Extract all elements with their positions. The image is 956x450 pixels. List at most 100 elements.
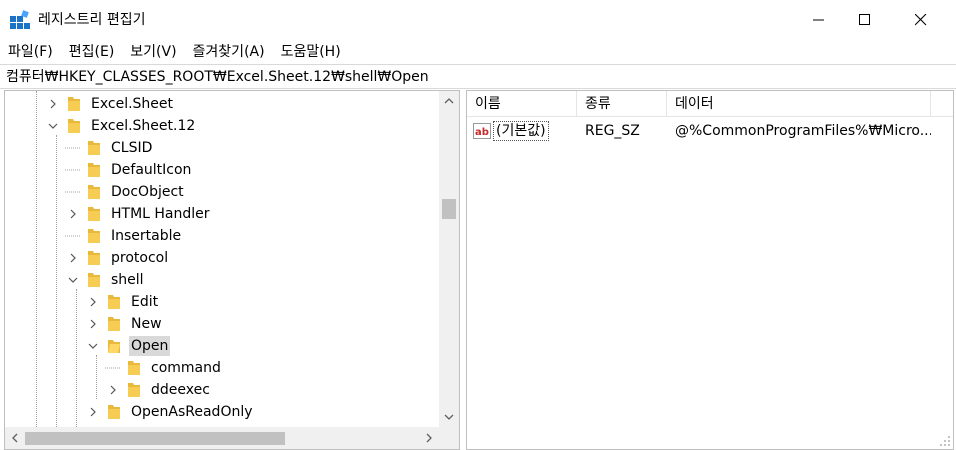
chevron-right-icon[interactable] [105, 379, 121, 401]
registry-editor-icon [10, 10, 30, 29]
horizontal-scroll-thumb[interactable] [25, 432, 285, 445]
tree-item-label[interactable]: DefaultIcon [109, 160, 193, 180]
chevron-down-icon [444, 414, 454, 420]
menu-bar: 파일(F) 편집(E) 보기(V) 즐겨찾기(A) 도움말(H) [0, 40, 956, 64]
chevron-right-icon[interactable] [85, 313, 101, 335]
tree-horizontal-scrollbar[interactable] [5, 427, 439, 449]
tree-item[interactable]: DefaultIcon [65, 159, 193, 181]
folder-icon [68, 97, 80, 111]
folder-icon [88, 273, 100, 287]
folder-icon [68, 119, 80, 133]
chevron-left-icon [12, 433, 18, 443]
tree-item[interactable]: Open [85, 335, 171, 357]
value-type: REG_SZ [585, 123, 640, 139]
list-header: 이름 종류 데이터 [467, 91, 953, 117]
tree-item[interactable]: OpenAsReadOnly [85, 401, 255, 423]
tree-item[interactable]: HTML Handler [65, 203, 212, 225]
tree-item-label[interactable]: HTML Handler [109, 204, 212, 224]
column-header-data[interactable]: 데이터 [667, 91, 931, 117]
tree-item[interactable]: CLSID [65, 137, 154, 159]
minimize-icon [813, 19, 824, 21]
close-icon [915, 14, 927, 26]
tree-connector [105, 357, 121, 379]
menu-view[interactable]: 보기(V) [122, 41, 184, 63]
folder-icon [88, 163, 100, 177]
value-name[interactable]: (기본값) [493, 121, 549, 141]
tree-item-label[interactable]: New [129, 314, 164, 334]
chevron-right-icon[interactable] [65, 203, 81, 225]
scroll-left-arrow[interactable] [5, 427, 25, 449]
tree-item[interactable]: Edit [85, 291, 160, 313]
tree-item-label[interactable]: Excel.Sheet [89, 94, 175, 114]
folder-icon [88, 229, 100, 243]
tree-item-label[interactable]: CLSID [109, 138, 154, 158]
tree-item[interactable]: ddeexec [105, 379, 212, 401]
chevron-down-icon[interactable] [65, 269, 81, 291]
minimize-button[interactable] [796, 0, 842, 40]
key-tree-pane: Excel.Sheet Excel.Sheet.12 CLSID DefaultIco… [4, 90, 460, 450]
svg-text:ab: ab [475, 127, 489, 138]
tree-item[interactable]: command [105, 357, 223, 379]
menu-file[interactable]: 파일(F) [0, 41, 61, 63]
string-value-ab-icon: ab [473, 123, 491, 139]
tree-item-label[interactable]: protocol [109, 248, 170, 268]
scrollbar-corner [439, 427, 459, 449]
chevron-up-icon [444, 98, 454, 104]
menu-favorites[interactable]: 즐겨찾기(A) [185, 41, 273, 63]
tree-item-label[interactable]: command [149, 358, 223, 378]
vertical-scroll-thumb[interactable] [442, 199, 456, 219]
chevron-down-icon[interactable] [45, 115, 61, 137]
column-header-name[interactable]: 이름 [467, 91, 577, 117]
close-button[interactable] [898, 0, 944, 40]
tree-item-label[interactable]: ddeexec [149, 380, 212, 400]
tree-item[interactable]: New [85, 313, 164, 335]
tree-item[interactable]: protocol [65, 247, 170, 269]
tree-item-label[interactable]: OpenAsReadOnly [129, 402, 255, 422]
tree-connector [65, 225, 81, 247]
menu-help[interactable]: 도움말(H) [273, 41, 349, 63]
folder-icon [88, 251, 100, 265]
folder-icon [88, 141, 100, 155]
tree-item-label[interactable]: DocObject [109, 182, 186, 202]
tree-item[interactable]: shell [65, 269, 146, 291]
key-tree: Excel.Sheet Excel.Sheet.12 CLSID DefaultIco… [5, 91, 439, 427]
column-header-type[interactable]: 종류 [577, 91, 667, 117]
address-path[interactable]: 컴퓨터₩HKEY_CLASSES_ROOT₩Excel.Sheet.12₩she… [6, 68, 429, 86]
menu-edit[interactable]: 편집(E) [61, 41, 123, 63]
tree-connector [65, 137, 81, 159]
chevron-down-icon[interactable] [85, 335, 101, 357]
tree-connector [65, 181, 81, 203]
address-bar[interactable]: 컴퓨터₩HKEY_CLASSES_ROOT₩Excel.Sheet.12₩she… [0, 64, 956, 89]
tree-item[interactable]: Insertable [65, 225, 183, 247]
scroll-up-arrow[interactable] [439, 91, 459, 111]
tree-item[interactable]: DocObject [65, 181, 186, 203]
value-row[interactable]: ab (기본값) REG_SZ @%CommonProgramFiles%₩Mi… [467, 119, 953, 143]
tree-item-label[interactable]: Edit [129, 292, 160, 312]
tree-item-label[interactable]: Excel.Sheet.12 [89, 116, 197, 136]
maximize-icon [859, 14, 870, 25]
tree-item[interactable]: Excel.Sheet [45, 93, 175, 115]
folder-icon [108, 340, 120, 353]
folder-icon [88, 207, 100, 221]
tree-vertical-scrollbar[interactable] [439, 91, 459, 427]
maximize-button[interactable] [842, 0, 888, 40]
chevron-right-icon[interactable] [85, 401, 101, 423]
resize-grip-icon[interactable] [939, 435, 951, 447]
window-title: 레지스트리 편집기 [38, 12, 146, 28]
tree-connector [65, 159, 81, 181]
title-bar: 레지스트리 편집기 [0, 0, 956, 40]
chevron-right-icon[interactable] [45, 93, 61, 115]
values-list-pane: 이름 종류 데이터 ab (기본값) REG_SZ @%CommonProgra… [466, 90, 954, 450]
scroll-right-arrow[interactable] [419, 427, 439, 449]
chevron-right-icon[interactable] [85, 291, 101, 313]
chevron-right-icon [426, 433, 432, 443]
chevron-right-icon[interactable] [65, 247, 81, 269]
tree-item-label[interactable]: shell [109, 270, 146, 290]
tree-item-label[interactable]: Insertable [109, 226, 183, 246]
folder-icon [108, 405, 120, 419]
folder-icon [108, 295, 120, 309]
scroll-down-arrow[interactable] [439, 407, 459, 427]
folder-icon [128, 383, 140, 397]
tree-item-label[interactable]: Open [129, 336, 171, 356]
tree-item[interactable]: Excel.Sheet.12 [45, 115, 197, 137]
